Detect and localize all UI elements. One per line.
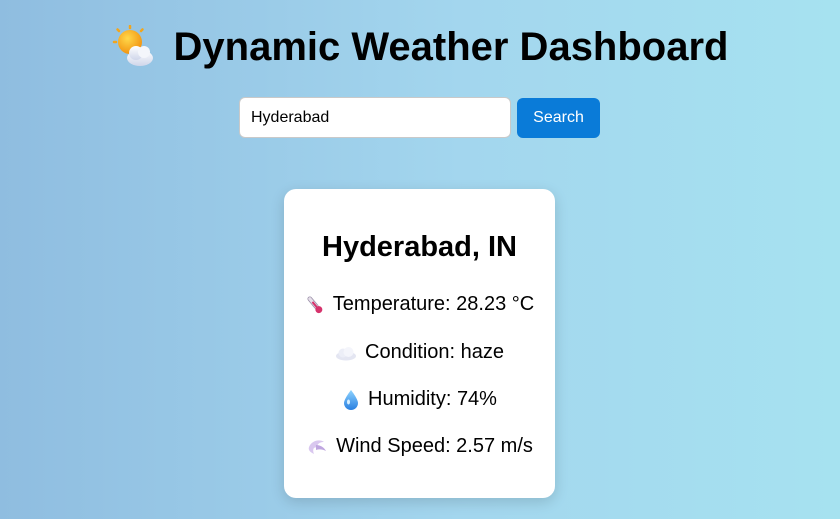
humidity-row: Humidity: 74% bbox=[284, 388, 555, 411]
wind-label: Wind Speed: 2.57 m/s bbox=[336, 435, 533, 457]
search-button[interactable]: Search bbox=[517, 98, 600, 138]
header: Dynamic Weather Dashboard bbox=[0, 22, 840, 72]
thermometer-icon bbox=[305, 294, 325, 316]
temperature-label: Temperature: 28.23 °C bbox=[332, 293, 535, 315]
humidity-label: Humidity: 74% bbox=[368, 388, 497, 410]
search-bar: Search bbox=[239, 97, 600, 138]
condition-row: Condition: haze bbox=[284, 341, 555, 364]
droplet-icon bbox=[342, 389, 360, 411]
wind-row: Wind Speed: 2.57 m/s bbox=[284, 435, 555, 458]
page-title: Dynamic Weather Dashboard bbox=[173, 25, 729, 69]
weather-card: Hyderabad, IN Temperature: 28.23 °C Cond… bbox=[284, 189, 555, 498]
wind-icon bbox=[306, 437, 328, 457]
city-search-input[interactable] bbox=[239, 97, 511, 138]
city-name: Hyderabad, IN bbox=[322, 231, 517, 263]
condition-label: Condition: haze bbox=[365, 341, 504, 363]
cloud-icon bbox=[335, 345, 357, 361]
sun-behind-cloud-icon bbox=[112, 24, 156, 69]
temperature-row: Temperature: 28.23 °C bbox=[284, 293, 555, 316]
